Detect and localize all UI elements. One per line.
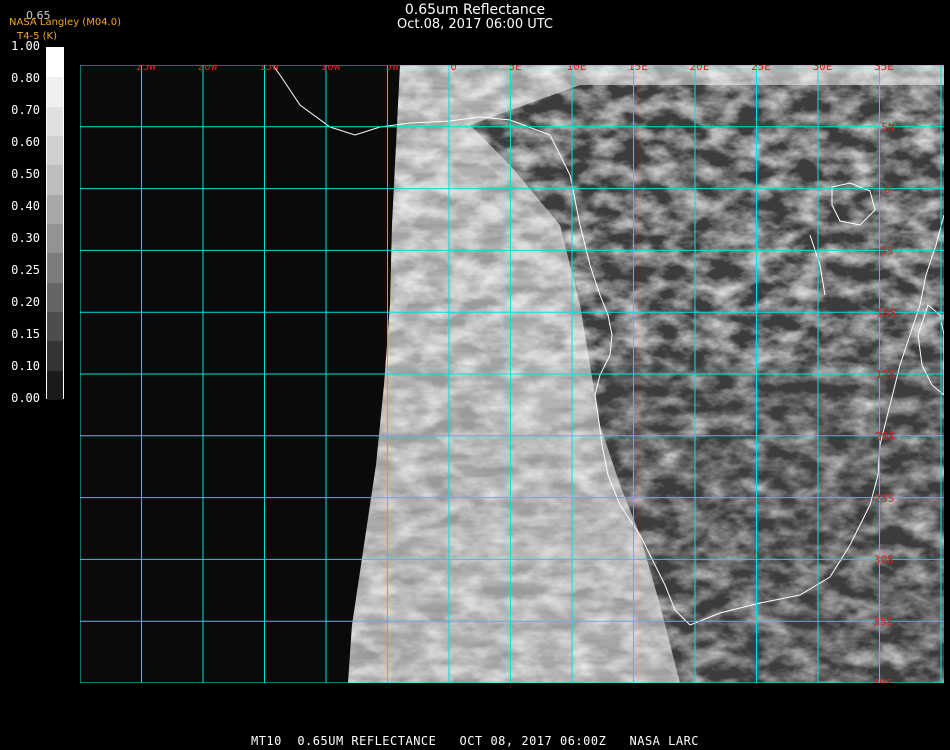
colorbar-segment: [47, 136, 63, 166]
longitude-label: 10E: [567, 65, 587, 73]
footer-caption: MT10 0.65UM REFLECTANCE OCT 08, 2017 06:…: [250, 734, 700, 748]
colorbar-tick-label: 0.25: [11, 263, 40, 277]
latitude-label: 20S: [875, 430, 895, 443]
longitude-label: 15W: [259, 65, 279, 73]
longitude-label: 0: [450, 65, 457, 73]
colorbar-tick-label: 0.50: [11, 167, 40, 181]
colorbar-tick-label: 0.40: [11, 199, 40, 213]
credit-label: NASA Langley (M04.0): [9, 17, 121, 28]
longitude-label: 25W: [136, 65, 156, 73]
colorbar-tick-label: 0.00: [11, 391, 40, 405]
colorbar-tick-label: 1.00: [11, 39, 40, 53]
longitude-label: 5W: [385, 65, 399, 73]
colorbar-tick-label: 0.70: [11, 103, 40, 117]
latitude-label: 25S: [874, 492, 894, 505]
latitude-label: 10S: [876, 306, 896, 319]
colorbar-segment: [47, 370, 63, 401]
colorbar-segment: [47, 253, 63, 284]
colorbar-segment: [47, 341, 63, 372]
colorbar-segment: [47, 106, 63, 137]
image-timestamp: Oct.08, 2017 06:00 UTC: [397, 17, 553, 32]
colorbar-segment: [47, 194, 63, 225]
colorbar-tick-label: 0.10: [11, 359, 40, 373]
latitude-label: 5N: [881, 121, 894, 134]
image-title: 0.65um Reflectance: [404, 2, 546, 18]
colorbar-segment: [47, 282, 63, 313]
convective-clouds: [348, 65, 944, 365]
latitude-label: 5S: [880, 245, 893, 258]
longitude-label: 20E: [690, 65, 710, 73]
colorbar-tick-label: 0.20: [11, 295, 40, 309]
longitude-label: 30E: [813, 65, 833, 73]
latitude-label: 35S: [873, 615, 893, 628]
colorbar-tick-label: 0.80: [11, 71, 40, 85]
longitude-label: 10W: [321, 65, 341, 73]
colorbar-tick-label: 0.30: [11, 231, 40, 245]
reflectance-colorbar: [46, 47, 64, 401]
latitude-label: 0: [884, 183, 891, 196]
latitude-label: 30S: [874, 554, 894, 567]
latitude-label: 40S: [873, 677, 893, 683]
longitude-label: 5E: [508, 65, 521, 73]
longitude-label: 25E: [751, 65, 771, 73]
colorbar-segment: [47, 312, 63, 342]
colorbar-tick-label: 0.15: [11, 327, 40, 341]
colorbar-segment: [47, 165, 63, 196]
longitude-label: 15E: [628, 65, 648, 73]
satellite-map: 25W 20W 15W 10W 5W 0 5E 10E 15E 20E 25E 30E 35E 5N 0 5S…: [80, 65, 944, 683]
colorbar-segment: [47, 224, 63, 254]
colorbar-segment: [47, 77, 63, 108]
colorbar-segment: [47, 48, 63, 78]
longitude-label: 20W: [198, 65, 218, 73]
longitude-label: 35E: [874, 65, 894, 73]
colorbar-tick-label: 0.60: [11, 135, 40, 149]
latitude-label: 15S: [876, 368, 896, 381]
